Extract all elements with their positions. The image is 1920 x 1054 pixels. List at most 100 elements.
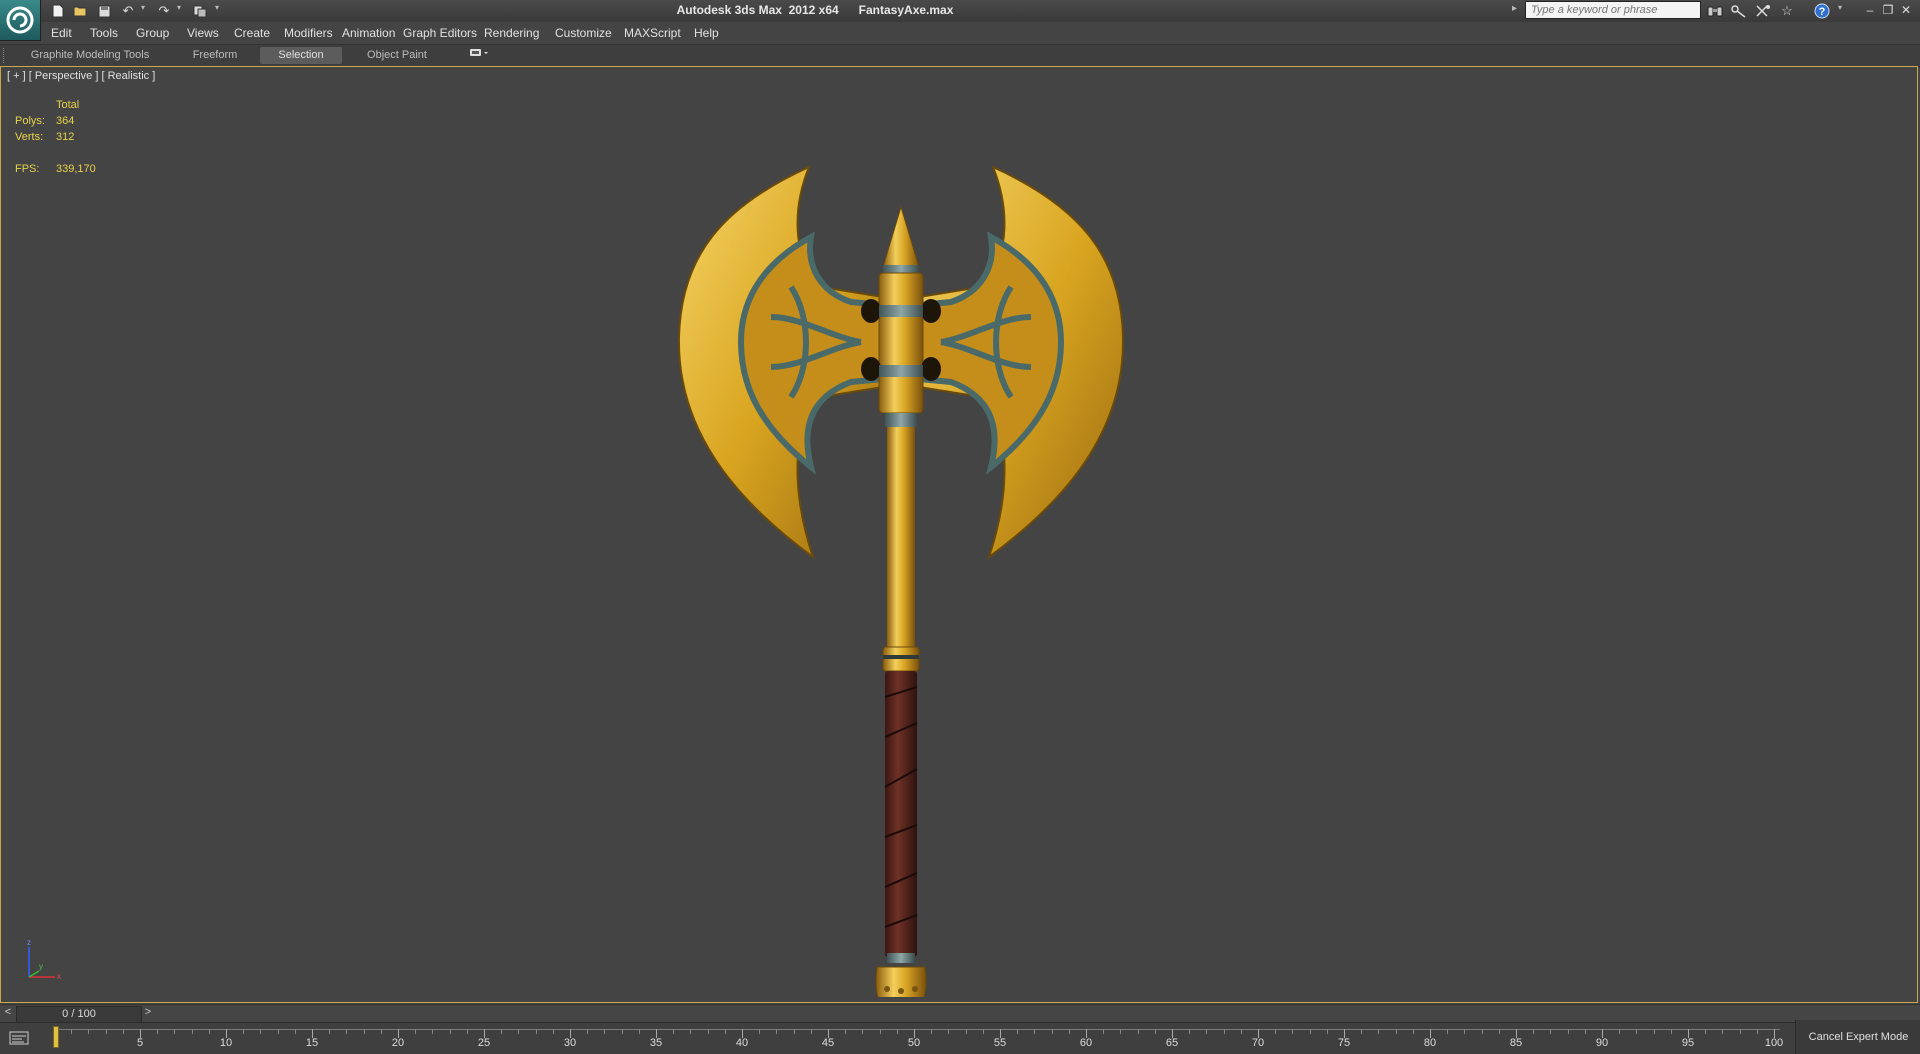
ruler-tick — [1739, 1029, 1741, 1034]
ruler-tick — [535, 1029, 537, 1034]
ruler-tick — [1103, 1029, 1105, 1034]
stats-fps-label: FPS: — [15, 163, 40, 175]
title-bar: Autodesk 3ds Max 2012 x64 FantasyAxe.max… — [0, 0, 1920, 23]
ruler-tick-label: 65 — [1165, 1037, 1179, 1049]
menu-edit[interactable]: Edit — [51, 26, 72, 40]
ruler-tick — [1378, 1029, 1380, 1034]
ruler-tick — [621, 1029, 623, 1034]
ruler-tick-label: 55 — [993, 1037, 1007, 1049]
ruler-tick — [793, 1029, 795, 1034]
ribbon-grip-handle[interactable] — [3, 48, 6, 63]
subscription-key-icon[interactable] — [1729, 2, 1749, 20]
curve-editor-icon[interactable] — [8, 1028, 30, 1048]
ruler-tick — [1034, 1029, 1036, 1034]
menu-customize[interactable]: Customize — [555, 26, 612, 40]
ruler-tick-label: 40 — [735, 1037, 749, 1049]
ruler-tick — [879, 1029, 881, 1034]
close-icon[interactable]: ✕ — [1898, 2, 1914, 18]
ruler-tick — [845, 1029, 847, 1034]
ribbon-minimize-toggle[interactable] — [466, 47, 492, 64]
ruler-tick — [1550, 1029, 1552, 1034]
ruler-tick — [1017, 1029, 1019, 1034]
ruler-tick — [931, 1029, 933, 1034]
tab-selection[interactable]: Selection — [260, 47, 342, 64]
ruler-tick — [1705, 1029, 1707, 1034]
ruler-tick — [363, 1029, 365, 1034]
left-blade — [677, 165, 886, 560]
time-slider[interactable]: < 0 / 100 > — [0, 1004, 1920, 1023]
ruler-tick — [1292, 1029, 1294, 1034]
time-slider-thumb[interactable]: 0 / 100 — [16, 1006, 142, 1023]
project-folder-icon[interactable] — [191, 2, 209, 20]
axe-shaft — [887, 427, 915, 647]
ruler-tick-label: 60 — [1079, 1037, 1093, 1049]
binoculars-icon[interactable] — [1705, 2, 1725, 20]
save-file-icon[interactable] — [95, 2, 113, 20]
menu-views[interactable]: Views — [187, 26, 219, 40]
ruler-tick — [759, 1029, 761, 1034]
favorites-star-icon[interactable]: ☆ — [1777, 2, 1797, 20]
ruler-tick — [1636, 1029, 1638, 1034]
minimize-icon[interactable]: – — [1862, 2, 1878, 18]
redo-dropdown-icon[interactable]: ▾ — [177, 3, 181, 12]
ruler-tick — [1309, 1029, 1311, 1034]
app-logo-button[interactable] — [0, 0, 41, 41]
undo-icon[interactable]: ↶ — [119, 2, 137, 20]
menu-modifiers[interactable]: Modifiers — [284, 26, 333, 40]
svg-text:?: ? — [1819, 6, 1826, 18]
tab-object-paint[interactable]: Object Paint — [352, 47, 442, 64]
menu-animation[interactable]: Animation — [342, 26, 395, 40]
current-frame-marker[interactable] — [53, 1026, 59, 1048]
ribbon-tab-bar: Graphite Modeling Tools Freeform Selecti… — [0, 44, 1920, 67]
ruler-tick — [122, 1029, 124, 1034]
track-bar[interactable]: 5 10 15 20 25 30 35 40 45 50 55 60 65 70 75 80 85 90 95 100 — [0, 1022, 1920, 1054]
ruler-tick — [690, 1029, 692, 1034]
ruler-tick — [277, 1029, 279, 1034]
menu-graph-editors[interactable]: Graph Editors — [403, 26, 477, 40]
ruler-tick — [707, 1029, 709, 1034]
cancel-expert-mode-button[interactable]: Cancel Expert Mode — [1795, 1020, 1920, 1054]
undo-dropdown-icon[interactable]: ▾ — [141, 3, 145, 12]
ruler-tick — [552, 1029, 554, 1034]
redo-icon[interactable]: ↷ — [155, 2, 173, 20]
menu-maxscript[interactable]: MAXScript — [624, 26, 681, 40]
menu-help[interactable]: Help — [694, 26, 719, 40]
menu-rendering[interactable]: Rendering — [484, 26, 539, 40]
time-slider-prev-button[interactable]: < — [2, 1006, 14, 1021]
axis-z-label: z — [27, 938, 31, 947]
tab-graphite-modeling-tools[interactable]: Graphite Modeling Tools — [20, 47, 160, 64]
ruler-tick — [587, 1029, 589, 1034]
ruler-tick — [1240, 1029, 1242, 1034]
menu-tools[interactable]: Tools — [90, 26, 118, 40]
perspective-viewport[interactable]: [ + ] [ Perspective ] [ Realistic ] Tota… — [0, 66, 1918, 1003]
ruler-tick — [673, 1029, 675, 1034]
fantasy-axe-model[interactable] — [661, 97, 1141, 997]
ruler-tick — [208, 1029, 210, 1034]
ruler-tick-label: 80 — [1423, 1037, 1437, 1049]
ruler-tick — [1154, 1029, 1156, 1034]
viewport-label-menu[interactable]: [ + ] [ Perspective ] [ Realistic ] — [7, 70, 155, 82]
ruler-tick — [71, 1029, 73, 1034]
menu-create[interactable]: Create — [234, 26, 270, 40]
help-dropdown-icon[interactable]: ▾ — [1838, 3, 1842, 12]
ruler-tick — [466, 1029, 468, 1034]
tab-freeform[interactable]: Freeform — [175, 47, 255, 64]
search-expand-icon[interactable]: ▸ — [1512, 3, 1517, 14]
communication-center-icon[interactable] — [1753, 2, 1773, 20]
open-file-icon[interactable] — [71, 2, 89, 20]
search-input[interactable] — [1525, 1, 1701, 19]
ruler-tick-label: 85 — [1509, 1037, 1523, 1049]
spike-collar — [883, 265, 919, 273]
new-file-icon[interactable] — [49, 2, 67, 20]
ruler-tick — [1326, 1029, 1328, 1034]
ruler-tick-label: 15 — [305, 1037, 319, 1049]
restore-icon[interactable]: ❐ — [1880, 2, 1896, 18]
menu-group[interactable]: Group — [136, 26, 169, 40]
time-slider-next-button[interactable]: > — [142, 1006, 154, 1021]
ruler-tick — [1722, 1029, 1724, 1034]
frame-ruler[interactable]: 5 10 15 20 25 30 35 40 45 50 55 60 65 70 75 80 85 90 95 100 — [54, 1023, 1783, 1054]
help-icon[interactable]: ? — [1812, 2, 1832, 20]
quick-access-dropdown-icon[interactable]: ▾ — [215, 3, 219, 12]
ruler-tick — [260, 1029, 262, 1034]
ruler-tick — [1533, 1029, 1535, 1034]
